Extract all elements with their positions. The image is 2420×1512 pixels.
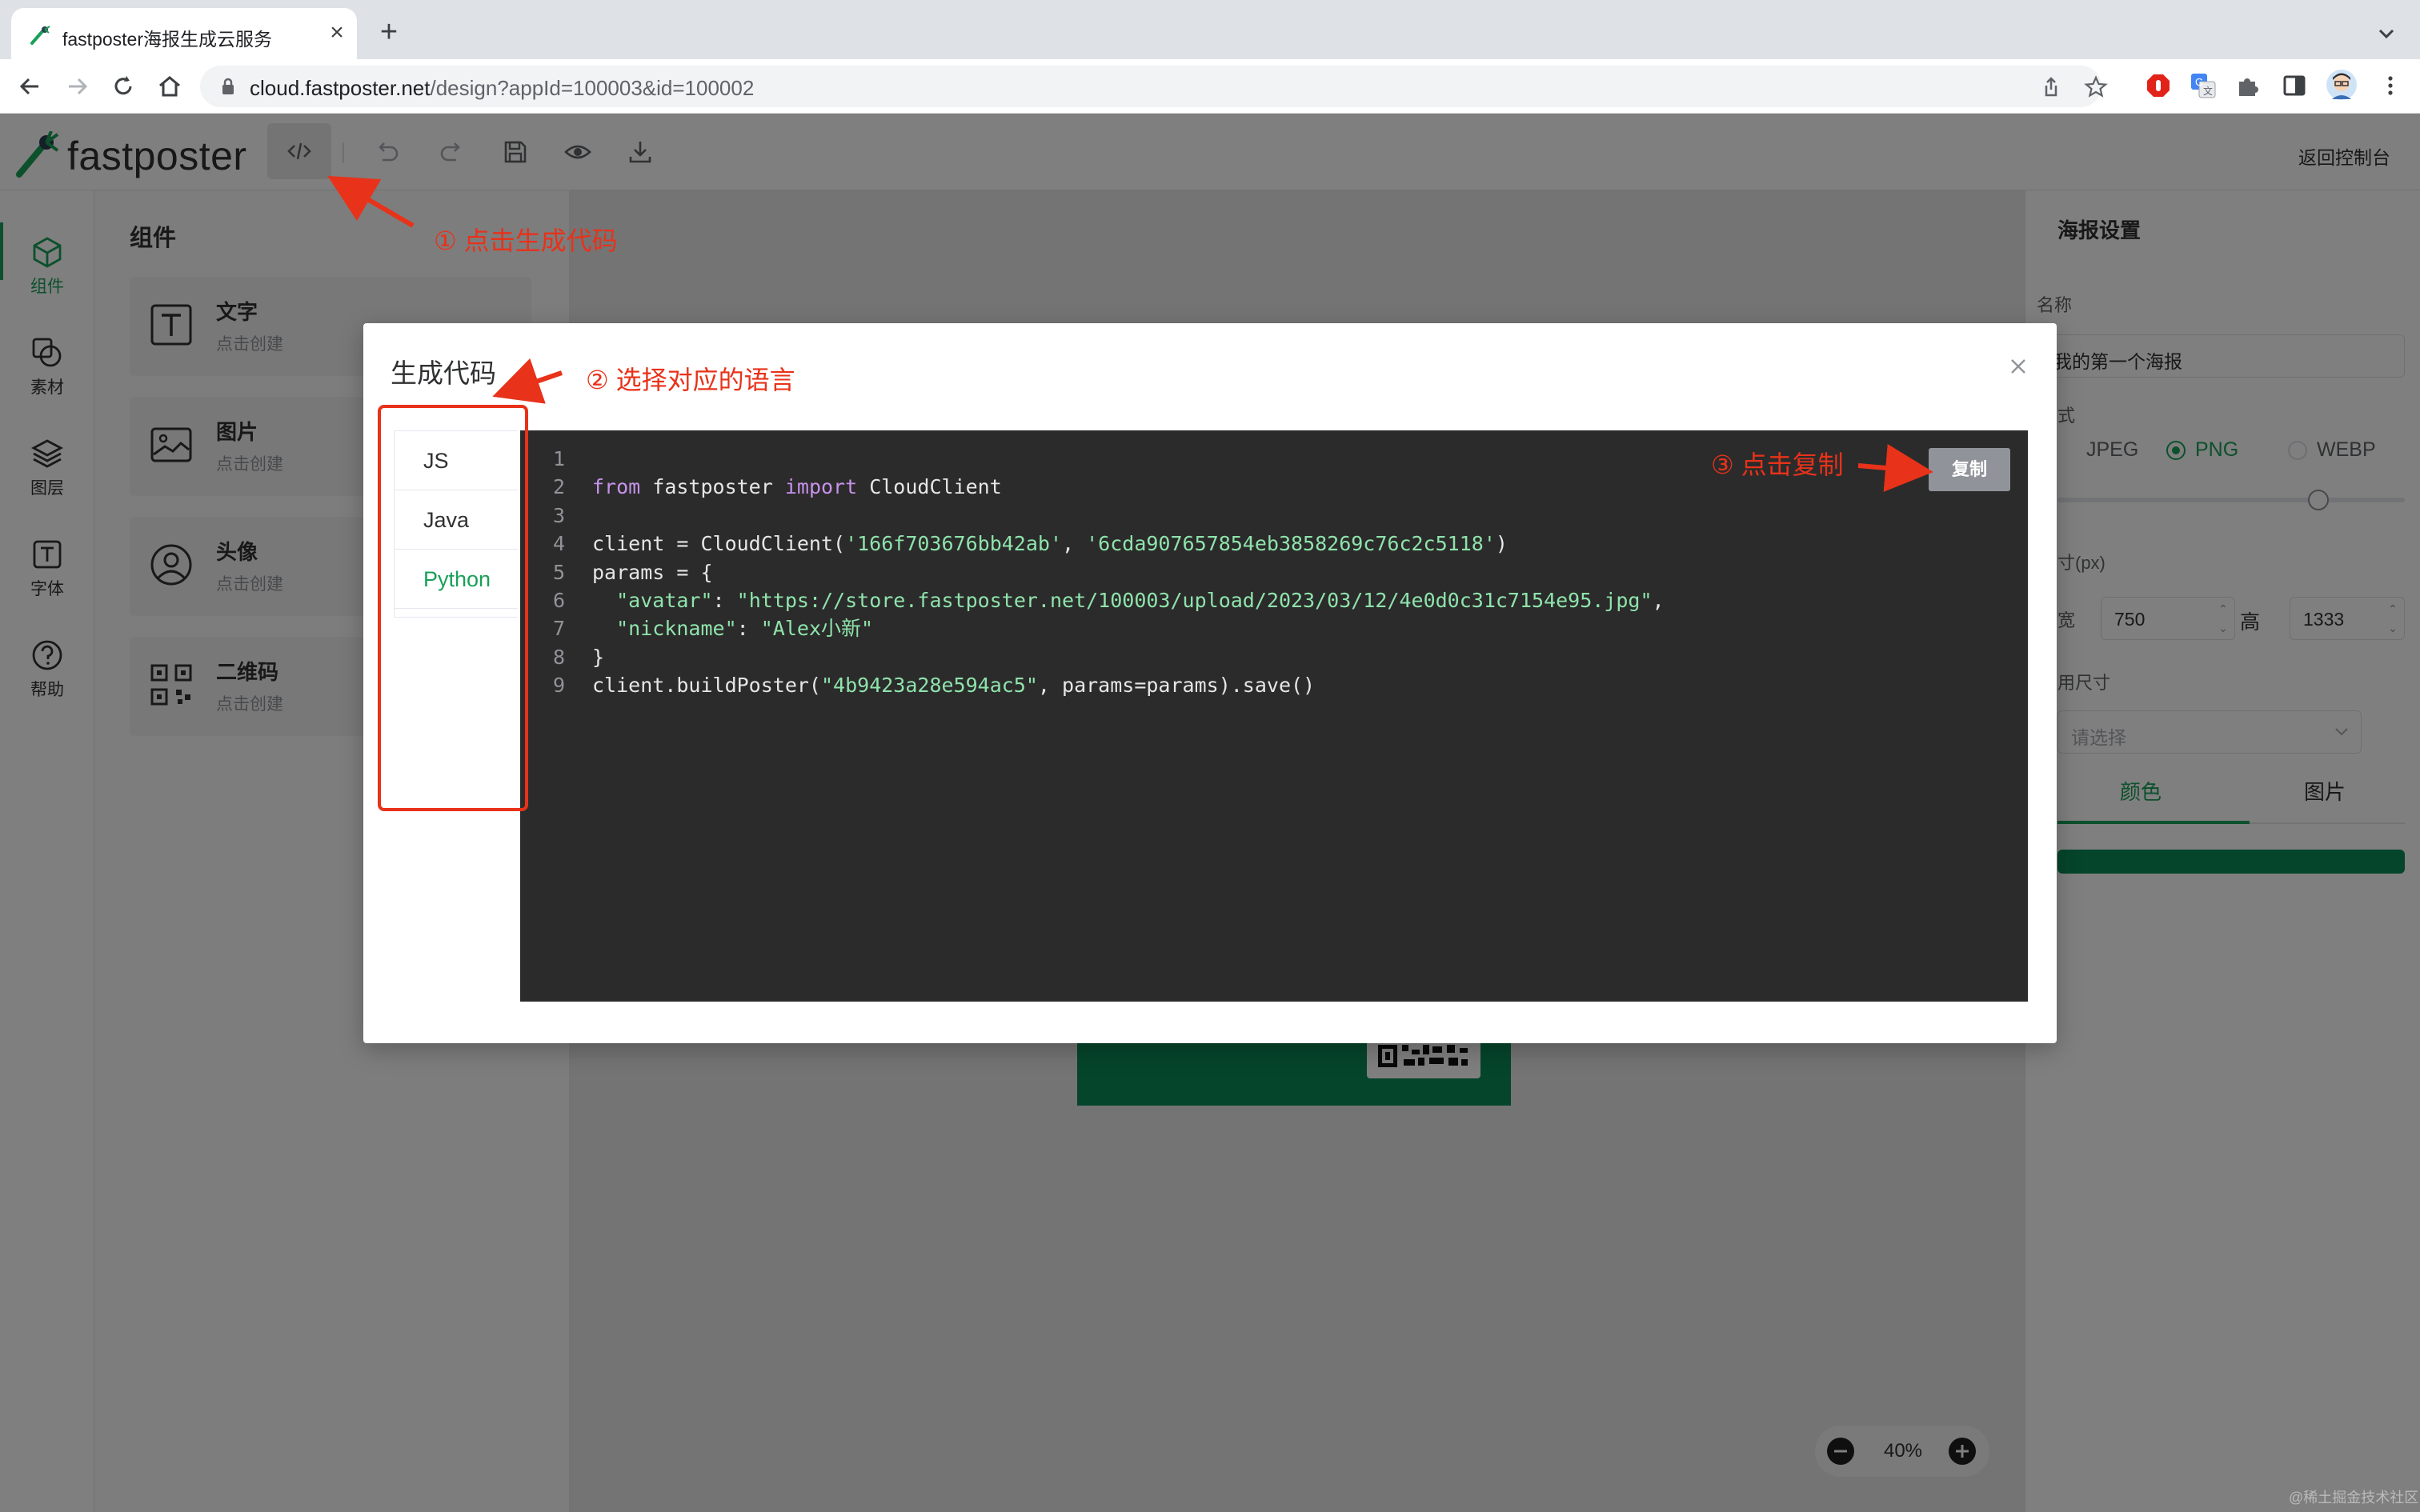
code-line[interactable]: from fastposter import CloudClient	[592, 473, 1002, 501]
side-panel-icon[interactable]	[2281, 72, 2308, 99]
adblock-extension-icon[interactable]	[2145, 72, 2172, 99]
code-line[interactable]: client = CloudClient('166f703676bb42ab',…	[592, 530, 1508, 558]
translate-extension-icon[interactable]: G 文	[2190, 72, 2217, 99]
browser-tab-strip: fastposter海报生成云服务 × +	[0, 0, 2420, 61]
browser-toolbar: cloud.fastposter.net/design?appId=100003…	[0, 59, 2420, 114]
copy-button[interactable]: 复制	[1929, 448, 2010, 491]
profile-avatar-icon[interactable]	[2326, 69, 2358, 101]
line-number: 3	[552, 503, 565, 527]
line-number: 7	[552, 617, 565, 641]
annotation-step1: ① 点击生成代码	[434, 226, 618, 255]
code-line[interactable]: params = {	[592, 558, 713, 586]
svg-text:文: 文	[2203, 85, 2213, 97]
new-tab-icon[interactable]: +	[373, 16, 405, 48]
line-number: 6	[552, 589, 565, 612]
browser-menu-icon[interactable]	[2377, 72, 2404, 99]
line-number: 4	[552, 532, 565, 556]
tab-close-icon[interactable]: ×	[323, 19, 351, 46]
annotation-step3: ③ 点击复制	[1711, 450, 1844, 479]
browser-tab-title: fastposter海报生成云服务	[62, 29, 272, 50]
code-line[interactable]: client.buildPoster("4b9423a28e594ac5", p…	[592, 671, 1315, 699]
bookmark-star-icon[interactable]	[2084, 75, 2108, 99]
close-icon[interactable]	[2004, 352, 2033, 381]
reload-icon[interactable]	[109, 72, 138, 101]
svg-text:G: G	[2195, 76, 2203, 88]
url-text[interactable]: cloud.fastposter.net/design?appId=100003…	[250, 76, 754, 101]
extensions-puzzle-icon[interactable]	[2234, 72, 2262, 99]
line-number: 5	[552, 560, 565, 584]
line-number: 2	[552, 475, 565, 499]
home-icon[interactable]	[155, 72, 184, 101]
browser-tab[interactable]: fastposter海报生成云服务 ×	[11, 8, 357, 61]
line-number: 1	[552, 447, 565, 470]
annotation-step2: ② 选择对应的语言	[586, 366, 795, 394]
line-number: 8	[552, 645, 565, 669]
language-highlight-box	[378, 405, 528, 811]
dialog-title: 生成代码	[391, 358, 496, 388]
code-line[interactable]: }	[592, 643, 604, 671]
forward-arrow-icon[interactable]	[62, 72, 91, 101]
back-arrow-icon[interactable]	[16, 72, 45, 101]
code-line[interactable]: "avatar": "https://store.fastposter.net/…	[592, 586, 1665, 614]
watermark: @稀土掘金技术社区	[2289, 1490, 2419, 1506]
code-line[interactable]: "nickname": "Alex小新"	[592, 614, 873, 642]
code-editor[interactable]: 1 2 from fastposter import CloudClient 3 4 cl…	[520, 430, 2028, 1002]
share-icon[interactable]	[2039, 75, 2063, 99]
fastposter-favicon-icon	[30, 26, 50, 45]
address-bar[interactable]: cloud.fastposter.net/design?appId=100003…	[200, 66, 2108, 107]
lock-icon[interactable]	[221, 78, 235, 95]
line-number: 9	[552, 674, 565, 698]
generate-code-dialog: 生成代码 JS Java Python 1 2 from fastposter im…	[363, 323, 2057, 1043]
tab-search-chevron-icon[interactable]	[2374, 21, 2399, 46]
